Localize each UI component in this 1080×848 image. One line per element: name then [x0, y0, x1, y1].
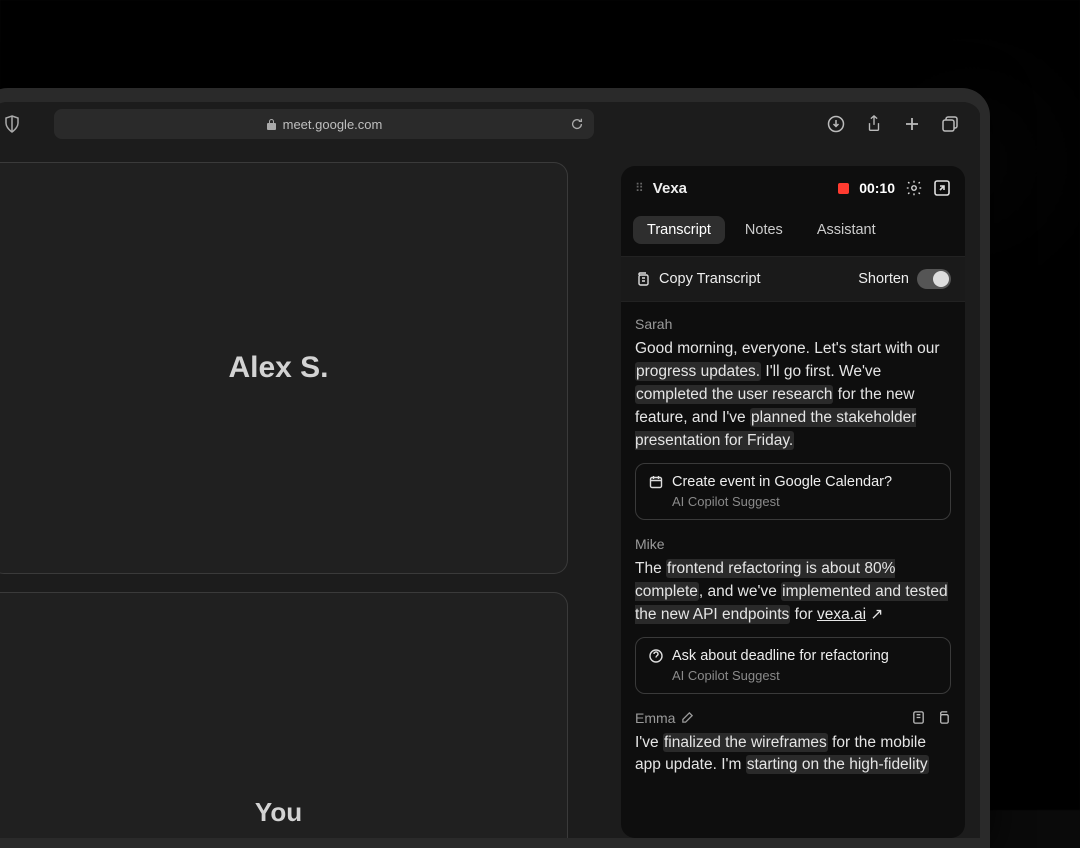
participant-name: Alex S.	[228, 351, 328, 385]
browser-toolbar: meet.google.com	[0, 102, 980, 146]
speaker-name: Emma	[635, 710, 675, 726]
entry-actions	[911, 710, 951, 725]
privacy-shield-button[interactable]	[0, 112, 24, 136]
new-tab-button[interactable]	[902, 114, 922, 134]
copy-icon[interactable]	[936, 710, 951, 725]
recording-timer: 00:10	[859, 180, 895, 196]
vexa-panel: ⠿ Vexa 00:10 Transcript Notes Assistant	[621, 166, 965, 838]
tab-assistant[interactable]: Assistant	[803, 216, 890, 244]
laptop-frame: meet.google.com	[0, 88, 990, 848]
calendar-icon	[648, 474, 664, 490]
highlight: completed the user research	[635, 385, 833, 404]
vexa-header: ⠿ Vexa 00:10	[621, 166, 965, 210]
transcript-text: The frontend refactoring is about 80% co…	[635, 558, 951, 627]
toolbar-actions	[826, 114, 970, 134]
participant-tile[interactable]: Alex S.	[0, 162, 568, 574]
expand-button[interactable]	[933, 179, 951, 197]
transcript-action-bar: Copy Transcript Shorten	[621, 256, 965, 302]
edit-icon[interactable]	[681, 711, 695, 725]
question-icon	[648, 648, 664, 664]
drag-handle-icon[interactable]: ⠿	[635, 181, 645, 195]
recording-indicator-icon	[838, 183, 849, 194]
copy-transcript-button[interactable]: Copy Transcript	[635, 271, 761, 287]
transcript-text: Good morning, everyone. Let's start with…	[635, 338, 951, 453]
suggest-title: Create event in Google Calendar?	[672, 474, 892, 490]
transcript-list[interactable]: Sarah Good morning, everyone. Let's start…	[621, 302, 965, 838]
speaker-name: Mike	[635, 536, 665, 552]
vexa-tabs: Transcript Notes Assistant	[621, 210, 965, 256]
self-name: You	[255, 797, 302, 828]
highlight: finalized the wireframes	[663, 733, 828, 752]
speaker-name: Sarah	[635, 316, 672, 332]
transcript-entry: Emma I've finalized the wireframes for th…	[635, 710, 951, 778]
transcript-entry: Mike The frontend refactoring is about 80…	[635, 536, 951, 694]
url-bar[interactable]: meet.google.com	[54, 109, 594, 139]
highlight: progress updates.	[635, 362, 761, 381]
ai-suggest-card[interactable]: Create event in Google Calendar? AI Copil…	[635, 463, 951, 520]
settings-button[interactable]	[905, 179, 923, 197]
reload-button[interactable]	[568, 115, 586, 133]
shorten-label: Shorten	[858, 271, 909, 287]
app-title: Vexa	[653, 180, 687, 197]
url-text: meet.google.com	[283, 117, 383, 132]
transcript-entry: Sarah Good morning, everyone. Let's start…	[635, 316, 951, 520]
copy-transcript-label: Copy Transcript	[659, 271, 761, 287]
screen: meet.google.com	[0, 102, 980, 838]
tab-overview-button[interactable]	[940, 114, 960, 134]
shorten-toggle[interactable]	[917, 269, 951, 289]
speaker-row: Emma	[635, 710, 951, 726]
transcript-text: I've finalized the wireframes for the mo…	[635, 732, 951, 778]
suggest-subtitle: AI Copilot Suggest	[672, 494, 938, 509]
downloads-button[interactable]	[826, 114, 846, 134]
suggest-title: Ask about deadline for refactoring	[672, 648, 889, 664]
speaker-row: Sarah	[635, 316, 951, 332]
speaker-row: Mike	[635, 536, 951, 552]
video-grid: Alex S. You	[0, 146, 582, 838]
note-icon[interactable]	[911, 710, 926, 725]
external-link[interactable]: vexa.ai	[817, 606, 866, 623]
highlight: starting on the high-fidelity	[746, 755, 929, 774]
lock-icon	[266, 118, 277, 131]
ai-suggest-card[interactable]: Ask about deadline for refactoring AI Cop…	[635, 637, 951, 694]
suggest-subtitle: AI Copilot Suggest	[672, 668, 938, 683]
tab-notes[interactable]: Notes	[731, 216, 797, 244]
self-tile[interactable]: You	[0, 592, 568, 838]
share-button[interactable]	[864, 114, 884, 134]
tab-transcript[interactable]: Transcript	[633, 216, 725, 244]
